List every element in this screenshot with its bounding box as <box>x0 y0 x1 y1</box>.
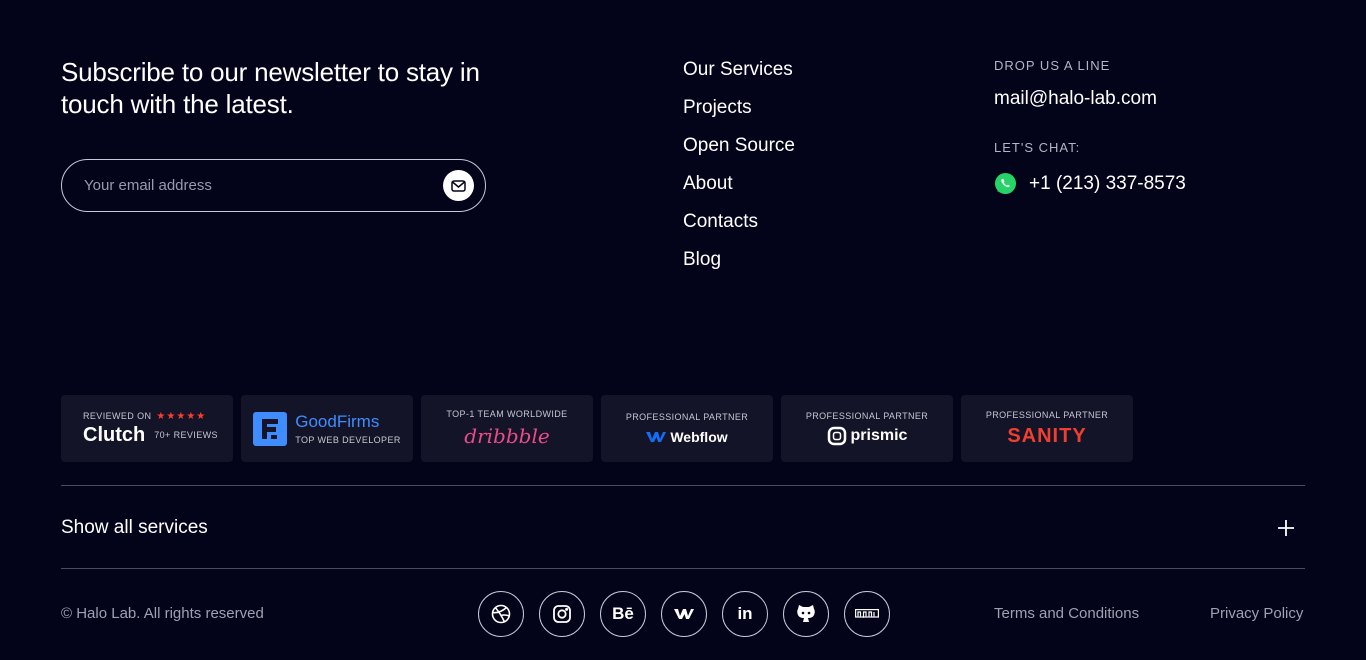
footer-nav: Our Services Projects Open Source About … <box>683 58 795 286</box>
social-behance[interactable]: Bē <box>600 591 646 637</box>
show-all-services-label: Show all services <box>61 516 208 538</box>
prismic-icon <box>827 426 846 446</box>
webflow-icon <box>674 609 694 619</box>
subscribe-button[interactable] <box>443 170 474 201</box>
dribbble-badge[interactable]: TOP-1 TEAM WORLDWIDE dribbble <box>421 395 593 462</box>
nav-item-blog[interactable]: Blog <box>683 248 795 286</box>
mail-icon <box>451 179 466 192</box>
sanity-caption: PROFESSIONAL PARTNER <box>985 409 1109 420</box>
webflow-badge[interactable]: PROFESSIONAL PARTNER Webflow <box>601 395 773 462</box>
nav-item-contacts[interactable]: Contacts <box>683 210 795 248</box>
social-npm[interactable] <box>844 591 890 637</box>
instagram-icon <box>553 605 571 623</box>
divider-bottom <box>61 568 1305 569</box>
badges-row: REVIEWED ON ★★★★★ Clutch 70+ REVIEWS Goo… <box>61 395 1141 462</box>
dribbble-logo: dribbble <box>464 424 550 448</box>
show-all-services-toggle[interactable]: Show all services <box>61 486 1305 569</box>
npm-icon <box>855 609 879 618</box>
copyright-text: © Halo Lab. All rights reserved <box>61 605 264 622</box>
phone-link[interactable]: +1 (213) 337-8573 <box>994 172 1186 195</box>
social-webflow[interactable] <box>661 591 707 637</box>
lets-chat-label: LET'S CHAT: <box>994 140 1081 155</box>
clutch-caption: REVIEWED ON <box>83 411 152 421</box>
clutch-logo: Clutch <box>83 423 146 446</box>
social-links: Bē in <box>478 591 905 637</box>
prismic-logo: prismic <box>850 427 908 444</box>
clutch-badge[interactable]: REVIEWED ON ★★★★★ Clutch 70+ REVIEWS <box>61 395 233 462</box>
newsletter-title: Subscribe to our newsletter to stay in t… <box>61 57 480 119</box>
social-dribbble[interactable] <box>478 591 524 637</box>
prismic-caption: PROFESSIONAL PARTNER <box>805 411 929 421</box>
dribbble-caption: TOP-1 TEAM WORLDWIDE <box>446 409 568 419</box>
drop-us-a-line-label: DROP US A LINE <box>994 58 1111 73</box>
behance-icon: Bē <box>612 604 634 623</box>
nav-item-projects[interactable]: Projects <box>683 96 795 134</box>
goodfirms-badge[interactable]: GoodFirms TOP WEB DEVELOPER <box>241 395 413 462</box>
goodfirms-icon <box>253 411 288 446</box>
webflow-logo: Webflow <box>670 429 728 445</box>
email-input[interactable] <box>84 177 443 194</box>
phone-number: +1 (213) 337-8573 <box>1029 172 1186 194</box>
nav-item-our-services[interactable]: Our Services <box>683 58 795 96</box>
prismic-badge[interactable]: PROFESSIONAL PARTNER prismic <box>781 395 953 462</box>
newsletter-form <box>61 159 486 212</box>
sanity-logo: SANITY <box>1007 424 1087 447</box>
webflow-caption: PROFESSIONAL PARTNER <box>625 412 749 422</box>
sanity-badge[interactable]: PROFESSIONAL PARTNER SANITY <box>961 395 1133 462</box>
plus-icon <box>1278 519 1294 536</box>
goodfirms-caption: TOP WEB DEVELOPER <box>295 435 401 445</box>
contact-email-link[interactable]: mail@halo-lab.com <box>994 88 1186 110</box>
contact-block: DROP US A LINE mail@halo-lab.com LET'S C… <box>994 58 1186 195</box>
whatsapp-icon <box>994 172 1017 195</box>
privacy-link[interactable]: Privacy Policy <box>1210 605 1303 622</box>
webflow-icon <box>646 432 667 442</box>
github-icon <box>797 605 815 622</box>
social-github[interactable] <box>783 591 829 637</box>
terms-link[interactable]: Terms and Conditions <box>994 605 1139 622</box>
dribbble-icon <box>491 604 511 624</box>
clutch-reviews: 70+ REVIEWS <box>154 430 218 440</box>
nav-item-open-source[interactable]: Open Source <box>683 134 795 172</box>
social-linkedin[interactable]: in <box>722 591 768 637</box>
nav-item-about[interactable]: About <box>683 172 795 210</box>
social-instagram[interactable] <box>539 591 585 637</box>
goodfirms-logo: GoodFirms <box>295 412 380 431</box>
linkedin-icon: in <box>737 604 753 623</box>
clutch-stars: ★★★★★ <box>156 410 207 422</box>
